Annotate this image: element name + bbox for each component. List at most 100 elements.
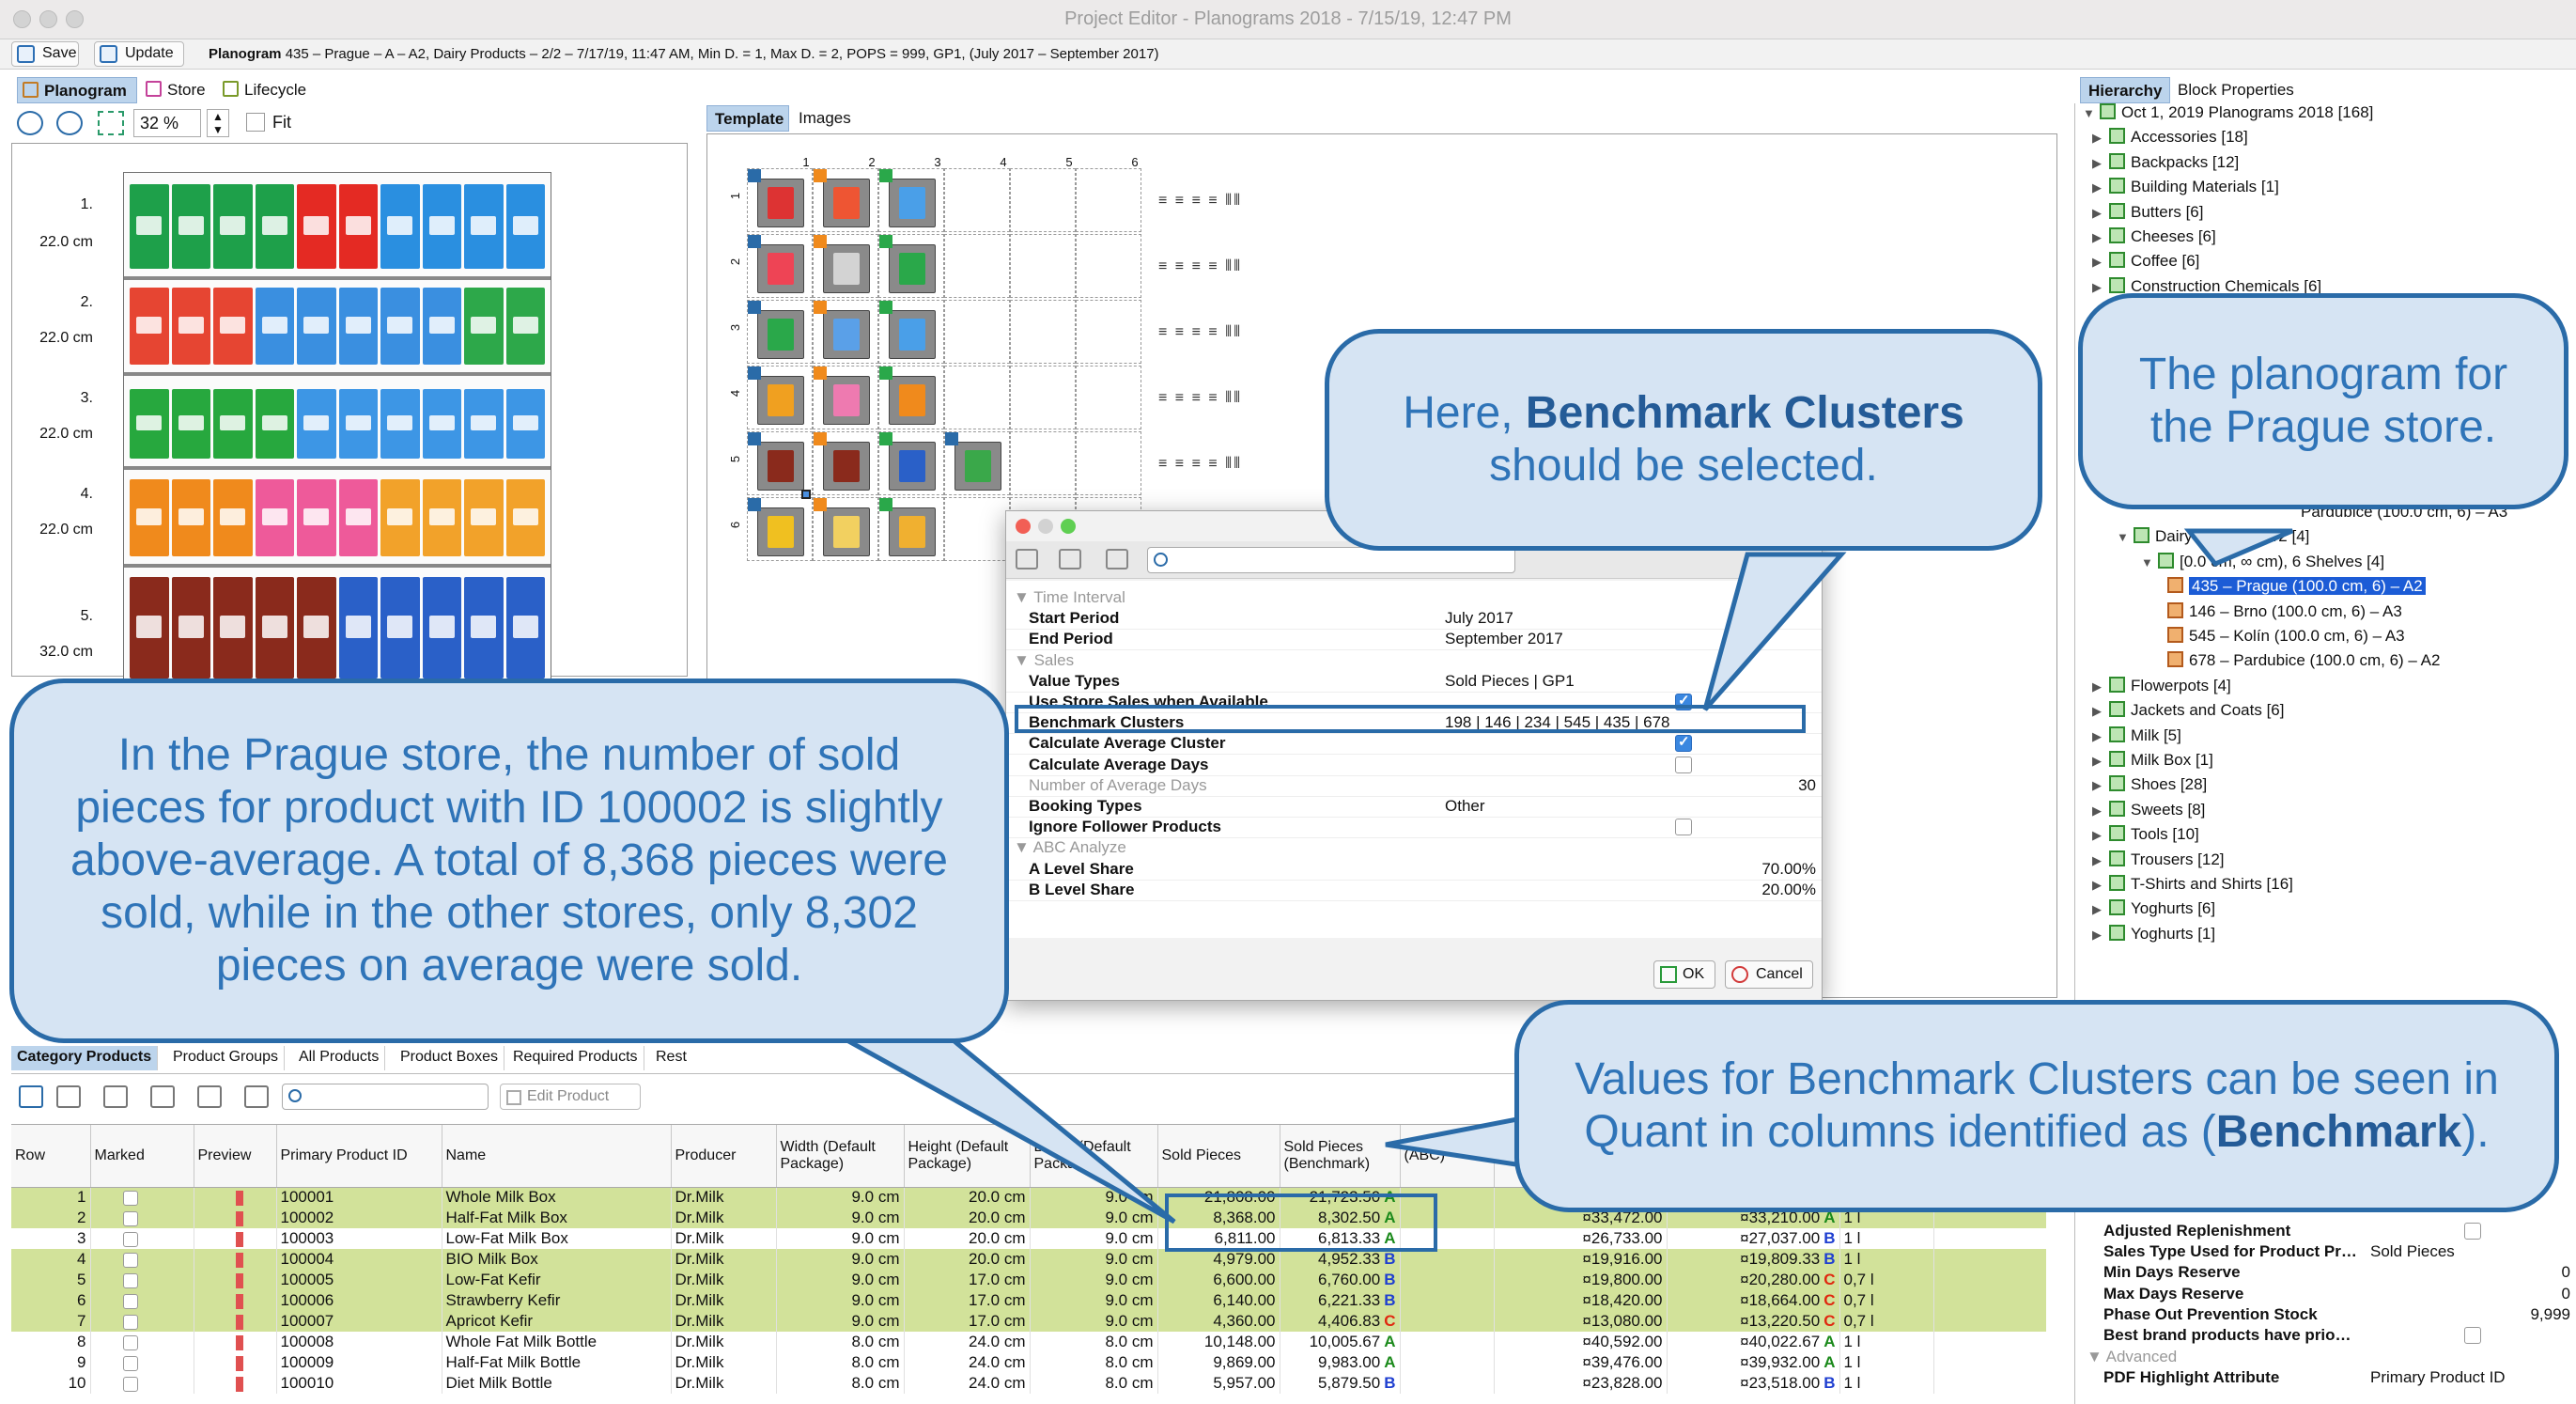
product-thumbnail[interactable] <box>823 179 870 227</box>
expand-toggle-icon[interactable]: ▶ <box>2092 803 2103 819</box>
hierarchy-item[interactable]: ▶ T-Shirts and Shirts [16] <box>2092 875 2293 894</box>
hierarchy-root[interactable]: ▼ Oct 1, 2019 Planograms 2018 [168] <box>2083 103 2373 122</box>
grid-cell[interactable] <box>878 366 944 429</box>
dialog-close-icon[interactable] <box>1016 519 1031 534</box>
column-header[interactable]: (ABC) <box>1400 1125 1495 1188</box>
product-thumbnail[interactable] <box>823 507 870 556</box>
value-a-share[interactable]: 70.00% <box>1761 860 1816 879</box>
product-facing[interactable] <box>213 479 253 556</box>
expand-toggle-icon[interactable]: ▶ <box>2092 131 2103 146</box>
value-benchmark[interactable]: 198 | 146 | 234 | 545 | 435 | 678 <box>1445 713 1670 732</box>
zoom-stepper[interactable]: ▲ ▼ <box>207 109 229 137</box>
collapse-all-icon[interactable] <box>1059 549 1081 569</box>
reset-icon[interactable] <box>1106 549 1128 569</box>
advanced-section-header[interactable]: ▼ Advanced <box>2087 1348 2177 1366</box>
product-thumbnail[interactable] <box>954 442 1001 491</box>
shelf-alignment-icons[interactable]: ≡ ≡ ≡ ≡ ⦀⦀ <box>1158 456 1242 473</box>
product-facing[interactable] <box>338 389 378 459</box>
grid-cell[interactable] <box>1010 431 1076 495</box>
product-facing[interactable] <box>380 288 420 365</box>
marked-checkbox[interactable] <box>122 1272 138 1288</box>
product-facing[interactable] <box>338 288 378 365</box>
product-facing[interactable] <box>130 479 169 556</box>
marked-checkbox[interactable] <box>122 1334 138 1350</box>
product-facing[interactable] <box>297 577 336 679</box>
product-facing[interactable] <box>171 288 210 365</box>
column-header[interactable]: Sold Pieces <box>1157 1125 1280 1188</box>
product-facing[interactable] <box>338 184 378 269</box>
expand-toggle-icon[interactable]: ▶ <box>2092 230 2103 245</box>
table-row[interactable]: 7 100007 Apricot Kefir Dr.Milk 9.0 cm 17.0 cm… <box>11 1311 2046 1332</box>
save-button[interactable]: Save <box>11 41 79 67</box>
shelf-alignment-icons[interactable]: ≡ ≡ ≡ ≡ ⦀⦀ <box>1158 390 1242 407</box>
product-facing[interactable] <box>297 184 336 269</box>
expand-toggle-icon[interactable]: ▶ <box>2092 255 2103 270</box>
hierarchy-item[interactable]: ▶ Jackets and Coats [6] <box>2092 701 2284 720</box>
product-facing[interactable] <box>130 577 169 679</box>
marked-checkbox[interactable] <box>122 1376 138 1392</box>
tab-product-groups[interactable]: Product Groups <box>167 1046 286 1070</box>
planogram-view[interactable]: 1. 22.0 cm 2. 22.0 cm 3. 22.0 cm 4. 22.0… <box>11 143 688 679</box>
product-facing[interactable] <box>130 184 169 269</box>
product-facing[interactable] <box>464 577 504 679</box>
column-header[interactable]: Producer <box>671 1125 777 1188</box>
column-header[interactable]: Primary Product ID <box>276 1125 442 1188</box>
grid-cell[interactable] <box>1010 300 1076 364</box>
column-header[interactable]: Name <box>442 1125 672 1188</box>
product-thumbnail[interactable] <box>757 442 804 491</box>
marked-checkbox[interactable] <box>122 1210 138 1226</box>
add-icon[interactable] <box>19 1085 43 1108</box>
property-value[interactable]: 0 <box>2562 1285 2570 1303</box>
shelf-alignment-icons[interactable]: ≡ ≡ ≡ ≡ ⦀⦀ <box>1158 258 1242 275</box>
product-facing[interactable] <box>213 184 253 269</box>
expand-toggle-icon[interactable]: ▶ <box>2092 704 2103 719</box>
product-facing[interactable] <box>213 577 253 679</box>
column-header[interactable]: Marked <box>90 1125 194 1188</box>
product-facing[interactable] <box>255 288 294 365</box>
value-b-share[interactable]: 20.00% <box>1761 881 1816 899</box>
product-facing[interactable] <box>464 389 504 459</box>
section-header[interactable]: ▼ Sales <box>1014 651 1074 670</box>
product-thumbnail[interactable] <box>889 310 936 359</box>
product-thumbnail[interactable] <box>889 244 936 293</box>
hierarchy-item[interactable]: ▶ Coffee [6] <box>2092 252 2199 271</box>
value-booking[interactable]: Other <box>1445 797 1485 816</box>
hierarchy-item[interactable]: ▶ Yoghurts [1] <box>2092 924 2215 944</box>
tab-block-properties[interactable]: Block Properties <box>2170 77 2320 103</box>
product-facing[interactable] <box>505 184 545 269</box>
table-cell[interactable] <box>90 1352 194 1373</box>
grid-cell[interactable] <box>813 431 878 495</box>
grid-cell[interactable] <box>1076 300 1141 364</box>
dialog-maximize-icon[interactable] <box>1061 519 1076 534</box>
hierarchy-item[interactable]: ▶ Building Materials [1] <box>2092 178 2279 196</box>
grid-cell[interactable] <box>944 300 1010 364</box>
table-row[interactable]: 3 100003 Low-Fat Milk Box Dr.Milk 9.0 cm 20.0… <box>11 1228 2046 1249</box>
product-thumbnail[interactable] <box>823 442 870 491</box>
zoom-in-icon[interactable] <box>17 111 43 135</box>
hierarchy-tree[interactable]: ▼ Oct 1, 2019 Planograms 2018 [168] ▶ Acces… <box>2074 103 2576 1001</box>
expand-toggle-icon[interactable]: ▶ <box>2092 206 2103 221</box>
product-facing[interactable] <box>171 577 210 679</box>
grid-cell[interactable] <box>1010 366 1076 429</box>
hierarchy-item[interactable]: ▶ Flowerpots [4] <box>2092 676 2231 695</box>
grid-cell[interactable] <box>878 431 944 495</box>
value-value-types[interactable]: Sold Pieces | GP1 <box>1445 672 1575 691</box>
product-thumbnail[interactable] <box>823 244 870 293</box>
product-thumbnail[interactable] <box>757 179 804 227</box>
product-thumbnail[interactable] <box>889 179 936 227</box>
table-cell[interactable] <box>90 1311 194 1332</box>
column-header[interactable]: Width (Default Package) <box>776 1125 905 1188</box>
product-thumbnail[interactable] <box>889 442 936 491</box>
grid-cell[interactable] <box>944 431 1010 495</box>
tab-template[interactable]: Template <box>706 105 789 132</box>
table-row[interactable]: 5 100005 Low-Fat Kefir Dr.Milk 9.0 cm 17.0 cm… <box>11 1270 2046 1290</box>
checkbox-use-store[interactable] <box>1675 692 1692 710</box>
grid-cell[interactable] <box>1010 234 1076 298</box>
table-row[interactable]: 9 100009 Half-Fat Milk Bottle Dr.Milk 8.0 cm… <box>11 1352 2046 1373</box>
marked-checkbox[interactable] <box>122 1355 138 1371</box>
product-facing[interactable] <box>380 184 420 269</box>
hierarchy-item[interactable]: ▶ Milk Box [1] <box>2092 751 2213 770</box>
table-cell[interactable] <box>90 1228 194 1249</box>
marked-checkbox[interactable] <box>122 1314 138 1330</box>
grid-cell[interactable] <box>944 168 1010 232</box>
